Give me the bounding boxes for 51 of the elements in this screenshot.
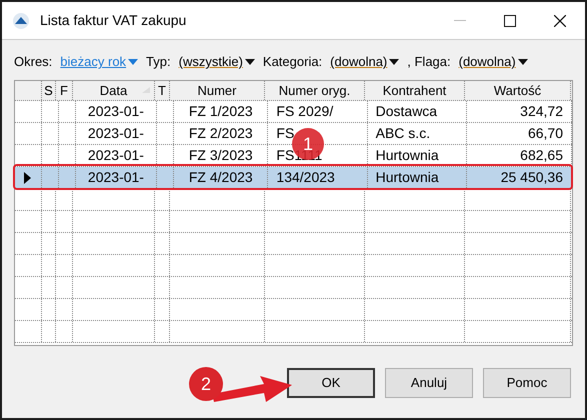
table-cell: 324,72: [520, 103, 563, 119]
table-row[interactable]: 2023-01- FZ 1/2023 FS 2029/ Dostawca 324,72: [15, 101, 572, 123]
filter-dropdown[interactable]: (dowolna): [330, 52, 400, 72]
dialog-button[interactable]: Anuluj: [385, 368, 473, 398]
dialog-button[interactable]: OK: [287, 368, 375, 398]
period-link[interactable]: bieżacy rok: [60, 52, 138, 72]
dropdown-arrow-icon: [518, 59, 528, 65]
table-cell: 2023-01-: [88, 147, 144, 163]
close-icon: [554, 14, 566, 26]
row-pointer-icon: [24, 172, 32, 184]
filter-dropdown[interactable]: (dowolna): [458, 52, 528, 72]
table-cell: 2023-01-: [88, 125, 144, 141]
filter-label: Kategoria:: [262, 53, 322, 72]
table-cell: FZ 2/2023: [188, 125, 253, 141]
dropdown-arrow-icon: [389, 59, 400, 65]
table-cell: 134/2023: [276, 169, 335, 185]
table-cell: Hurtownia: [376, 147, 439, 163]
column-header[interactable]: Kontrahent: [365, 81, 465, 100]
table-cell: FZ 4/2023: [188, 169, 253, 185]
table-cell: 66,70: [528, 125, 563, 141]
table-cell: FS: [276, 125, 294, 141]
dialog-button[interactable]: Pomoc: [483, 368, 571, 398]
filter-dropdown[interactable]: (wszystkie): [178, 52, 255, 72]
column-header[interactable]: Numer: [170, 81, 265, 100]
table-cell: 2023-01-: [88, 103, 144, 119]
column-header[interactable]: Numer oryg.: [265, 81, 365, 100]
filter-label: , Flaga:: [407, 53, 451, 72]
table-cell: 2023-01-: [88, 169, 144, 185]
filter-label: Typ:: [146, 53, 171, 72]
column-header[interactable]: Wartość: [465, 81, 571, 100]
table-cell: ABC s.c.: [376, 125, 430, 141]
column-header[interactable]: S: [42, 81, 56, 100]
table-cell: FZ 3/2023: [188, 147, 253, 163]
window-title: Lista faktur VAT zakupu: [40, 11, 186, 30]
table-row[interactable]: 2023-01- FZ 4/2023 134/2023 Hurtownia 25 450,36: [15, 167, 572, 189]
column-header[interactable]: T: [155, 81, 170, 100]
table-cell: 25 450,36: [500, 169, 563, 185]
table-cell: FZ 1/2023: [188, 103, 253, 119]
filter-label: Okres:: [14, 53, 52, 72]
table-cell: Dostawca: [376, 103, 438, 119]
dropdown-arrow-icon: [244, 59, 255, 65]
app-logo-icon: [12, 12, 30, 30]
table-cell: 682,65: [520, 147, 563, 163]
minimize-icon: [454, 20, 466, 22]
table-cell: Hurtownia: [376, 169, 439, 185]
column-header[interactable]: Data: [73, 81, 155, 100]
column-header[interactable]: F: [56, 81, 73, 100]
maximize-icon: [504, 14, 516, 26]
pointer-arrow-icon: [212, 374, 292, 404]
dropdown-arrow-icon: [128, 59, 138, 65]
table-cell: FS 2029/: [276, 103, 334, 119]
